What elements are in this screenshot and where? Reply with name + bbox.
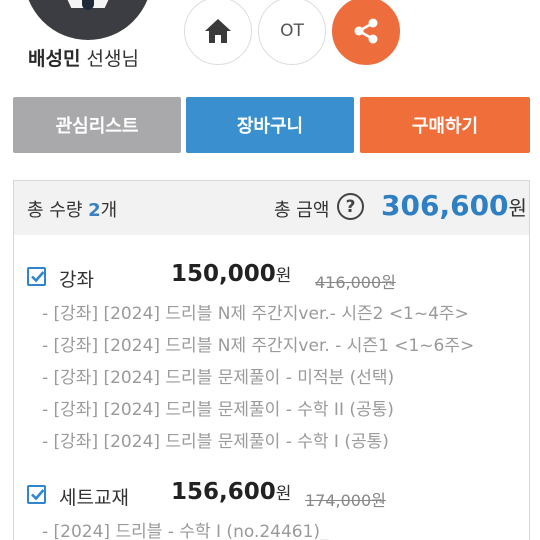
lecture-original-price: 416,000원 (315, 273, 396, 292)
list-item: - [강좌] [2024] 드리블 문제풀이 - 수학 II (공통) (42, 400, 394, 420)
total-amount-unit: 원 (508, 196, 527, 220)
textbook-set-group-label: 세트교재 (59, 487, 129, 509)
list-item: - [강좌] [2024] 드리블 N제 주간지ver. - 시즌1 <1~6주… (42, 336, 475, 356)
textbook-set-price-unit: 원 (275, 484, 292, 504)
teacher-name: 배성민 선생님 (28, 44, 139, 71)
quantity-label: 총 수량 (27, 200, 83, 221)
quantity-value: 2 (88, 200, 101, 221)
lecture-checkbox[interactable] (27, 267, 46, 286)
list-item: - [강좌] [2024] 드리블 문제풀이 - 수학 I (공통) (42, 432, 389, 452)
quantity-unit: 개 (100, 200, 118, 221)
ot-button[interactable]: OT (258, 0, 326, 65)
lecture-price-unit: 원 (275, 266, 292, 286)
help-icon[interactable]: ? (337, 193, 364, 220)
lecture-price: 150,000원 (171, 261, 291, 287)
wishlist-label: 관심리스트 (55, 116, 139, 137)
home-icon (205, 19, 231, 43)
help-symbol: ? (345, 196, 356, 217)
list-item: - [강좌] [2024] 드리블 문제풀이 - 미적분 (선택) (42, 368, 395, 388)
share-button[interactable] (332, 0, 400, 65)
textbook-set-price: 156,600원 (171, 479, 291, 505)
teacher-title: 선생님 (86, 48, 139, 70)
share-icon (354, 18, 378, 44)
check-icon (31, 271, 45, 283)
buy-label: 구매하기 (411, 116, 479, 137)
total-amount-value: 306,600 (381, 189, 509, 222)
cart-label: 장바구니 (236, 116, 304, 137)
avatar-tie (82, 0, 94, 10)
ot-label: OT (280, 21, 304, 41)
lecture-group-label: 강좌 (59, 269, 94, 291)
total-amount: 306,600원 (381, 189, 527, 222)
buy-button[interactable]: 구매하기 (360, 97, 530, 153)
lecture-price-value: 150,000 (171, 261, 276, 287)
cart-button[interactable]: 장바구니 (186, 97, 354, 153)
textbook-set-price-value: 156,600 (171, 479, 276, 505)
total-quantity: 총 수량 2개 (27, 196, 117, 222)
check-icon (31, 489, 45, 501)
textbook-set-original-price: 174,000원 (305, 491, 386, 510)
list-item: - [2024] 드리블 - 수학 I (no.24461)_ (42, 522, 329, 540)
teacher-name-text: 배성민 (28, 48, 81, 70)
order-detail: 강좌 150,000원 416,000원 - [강좌] [2024] 드리블 N… (13, 235, 530, 540)
teacher-avatar (24, 0, 152, 40)
list-item: - [강좌] [2024] 드리블 N제 주간지ver.- 시즌2 <1~4주> (42, 304, 469, 324)
home-button[interactable] (184, 0, 252, 65)
wishlist-button[interactable]: 관심리스트 (13, 97, 181, 153)
total-amount-label: 총 금액 (274, 200, 330, 221)
order-summary: 총 수량 2개 총 금액 ? 306,600원 (13, 180, 530, 236)
textbook-set-checkbox[interactable] (27, 485, 46, 504)
